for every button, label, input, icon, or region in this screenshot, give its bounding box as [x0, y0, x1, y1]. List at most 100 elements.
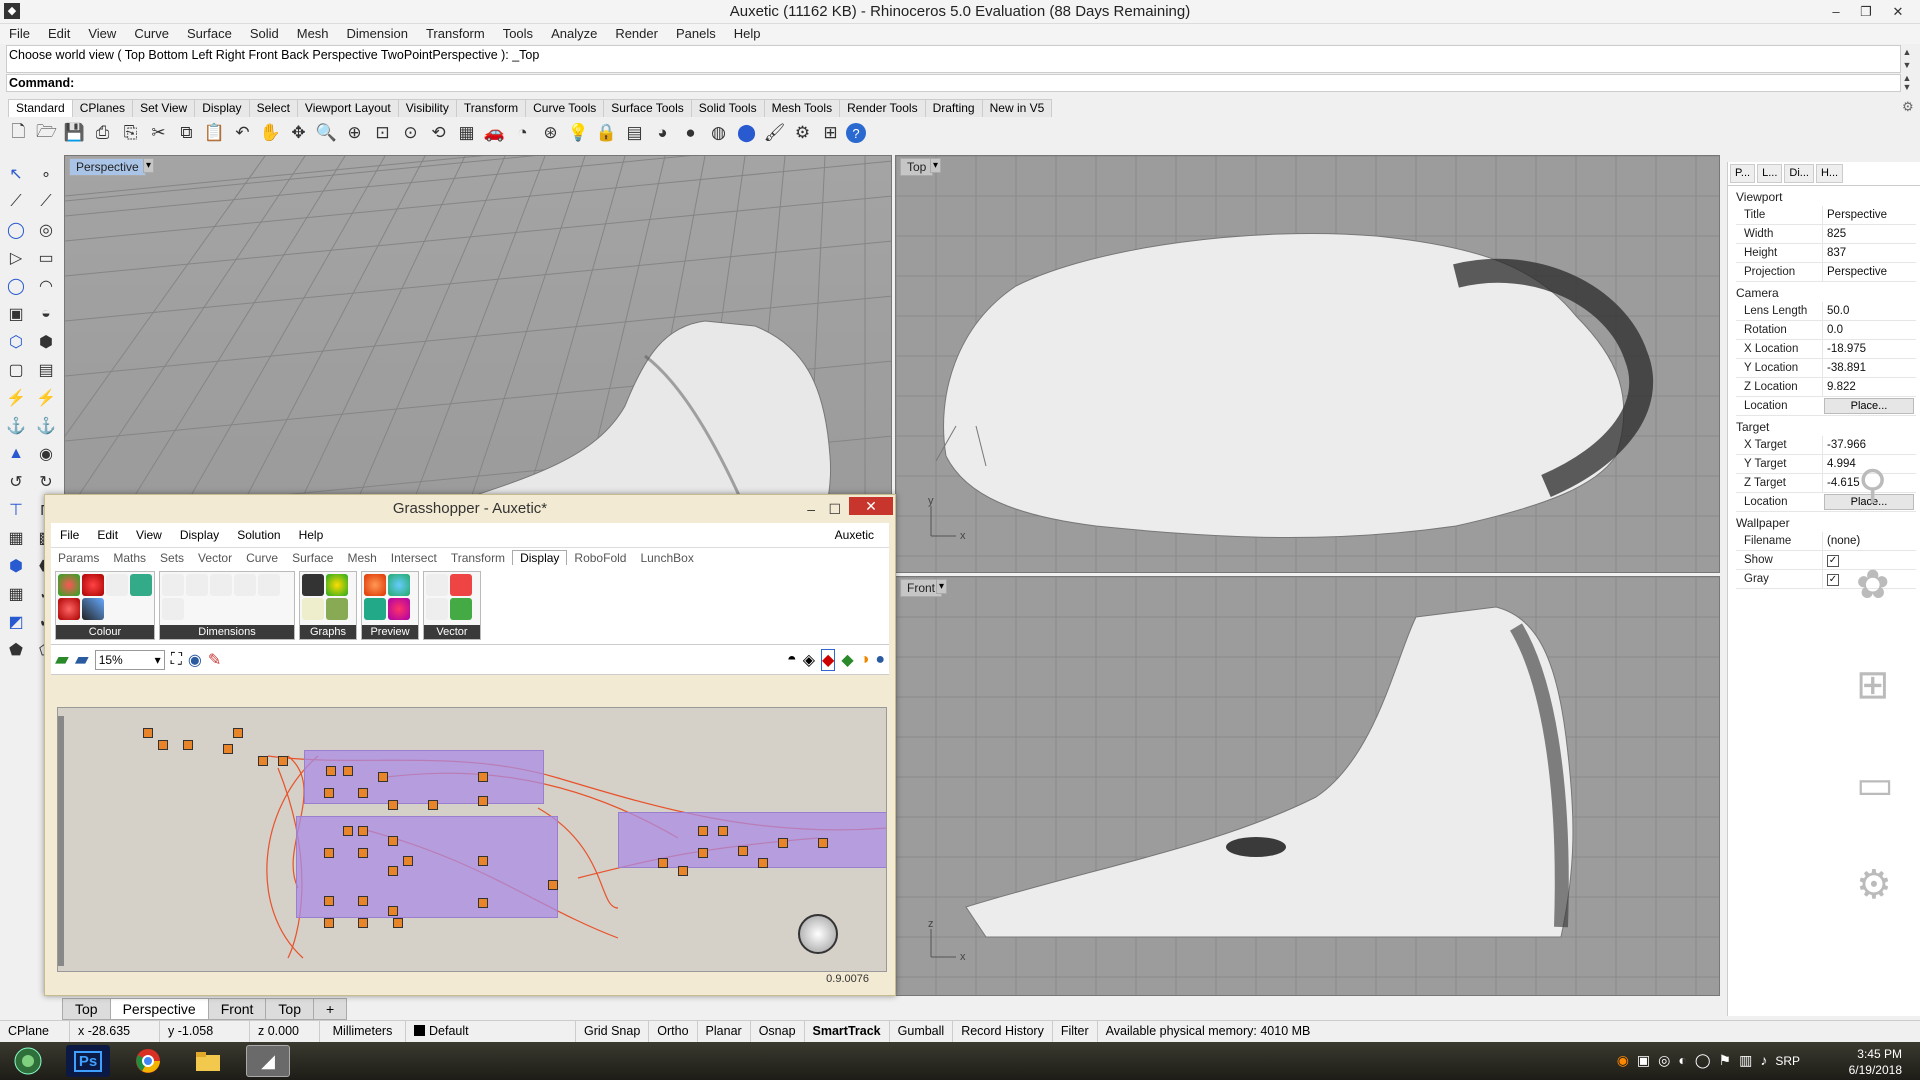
save-icon[interactable]: 💾: [62, 121, 87, 146]
viewport-tab-perspective[interactable]: Perspective: [109, 998, 209, 1020]
polygon-icon[interactable]: ▷: [3, 246, 29, 270]
property-value[interactable]: -18.975: [1822, 340, 1916, 358]
car-icon[interactable]: 🚗: [482, 121, 507, 146]
paste-icon[interactable]: 📋: [202, 121, 227, 146]
gh-preview-none-icon[interactable]: ◓: [787, 651, 797, 669]
layer-icon[interactable]: ▤: [622, 121, 647, 146]
file-explorer-taskbar-icon[interactable]: [186, 1045, 230, 1077]
sphere-shaded-icon[interactable]: ●: [678, 121, 703, 146]
point-order-icon[interactable]: [450, 598, 472, 620]
gh-group-box[interactable]: [304, 750, 544, 804]
add-viewport-tab-button[interactable]: +: [313, 998, 348, 1020]
brush-icon[interactable]: 🖌: [762, 121, 787, 146]
sphere-blue-icon[interactable]: ⬤: [734, 121, 759, 146]
dot-display-icon[interactable]: [388, 598, 410, 620]
zoom-extents-icon[interactable]: ⊡: [370, 121, 395, 146]
gh-component-node[interactable]: [778, 838, 788, 848]
gh-component-node[interactable]: [738, 846, 748, 856]
gh-component-node[interactable]: [183, 740, 193, 750]
gh-tab-mesh[interactable]: Mesh: [340, 551, 383, 565]
angle-dimension-icon[interactable]: [186, 574, 208, 596]
extrude-icon[interactable]: ▣: [3, 302, 29, 326]
gh-menu-display[interactable]: Display: [171, 528, 228, 542]
gh-component-node[interactable]: [358, 896, 368, 906]
property-value[interactable]: 9.822: [1822, 378, 1916, 396]
property-value[interactable]: 50.0: [1822, 302, 1916, 320]
settings-charm-icon[interactable]: ⚙: [1856, 862, 1892, 908]
text-tag-3d-icon[interactable]: [258, 574, 280, 596]
zoom-icon[interactable]: 🔍: [314, 121, 339, 146]
gh-component-node[interactable]: [698, 826, 708, 836]
menu-transform[interactable]: Transform: [417, 24, 494, 44]
panel-tab-layers[interactable]: L...: [1757, 164, 1783, 183]
toolbar-tab-display[interactable]: Display: [194, 99, 250, 117]
share-charm-icon[interactable]: ✿: [1856, 562, 1890, 608]
fillet-curve-icon[interactable]: ◠: [33, 274, 59, 298]
viewport-tab-front[interactable]: Front: [207, 998, 267, 1020]
gh-group-box[interactable]: [296, 816, 558, 918]
tray-volume-icon[interactable]: ♪: [1760, 1052, 1767, 1070]
menu-render[interactable]: Render: [606, 24, 667, 44]
panel-tab-properties[interactable]: P...: [1730, 164, 1756, 183]
gh-menu-solution[interactable]: Solution: [228, 528, 289, 542]
toolbar-tab-set-view[interactable]: Set View: [132, 99, 196, 117]
copy-object-icon[interactable]: ⚓: [33, 414, 59, 438]
color-icon[interactable]: ◕: [650, 121, 675, 146]
gh-zoom-select[interactable]: 15% ▾: [94, 649, 165, 670]
minimize-button[interactable]: –: [1822, 2, 1850, 22]
gh-component-node[interactable]: [324, 918, 334, 928]
create-material-icon[interactable]: [364, 598, 386, 620]
vector-display-ex-icon[interactable]: [426, 598, 448, 620]
menu-analyze[interactable]: Analyze: [542, 24, 606, 44]
pan-hand-icon[interactable]: ✋: [258, 121, 283, 146]
toolbar-options-gear-icon[interactable]: ⚙: [1902, 99, 1914, 115]
property-value[interactable]: Perspective: [1822, 263, 1916, 281]
gh-component-node[interactable]: [478, 856, 488, 866]
menu-edit[interactable]: Edit: [39, 24, 79, 44]
undo-icon[interactable]: ↶: [230, 121, 255, 146]
devices-charm-icon[interactable]: ▭: [1856, 762, 1894, 808]
point-list-icon[interactable]: [426, 574, 448, 596]
panel-tab-help[interactable]: H...: [1815, 164, 1844, 183]
gh-tab-params[interactable]: Params: [51, 551, 106, 565]
viewport-tab-top[interactable]: Top: [62, 998, 111, 1020]
toolbar-tab-surface-tools[interactable]: Surface Tools: [603, 99, 692, 117]
linear-dimension-icon[interactable]: [210, 574, 232, 596]
gh-component-node[interactable]: [428, 800, 438, 810]
print-icon[interactable]: ⎙: [90, 121, 115, 146]
gh-tab-robofold[interactable]: RoboFold: [567, 551, 633, 565]
four-viewports-icon[interactable]: ▦: [454, 121, 479, 146]
arc-icon[interactable]: ◯: [3, 274, 29, 298]
tray-flag-icon[interactable]: ⚑: [1719, 1052, 1732, 1070]
cloud-display-icon[interactable]: [388, 574, 410, 596]
pie-graph-icon[interactable]: [326, 574, 348, 596]
gh-tab-intersect[interactable]: Intersect: [384, 551, 444, 565]
gh-maximize-button[interactable]: ☐: [828, 495, 841, 523]
taskbar-clock[interactable]: 3:45 PM 6/19/2018: [1849, 1046, 1902, 1078]
gh-component-node[interactable]: [358, 788, 368, 798]
custom-preview-icon[interactable]: [364, 574, 386, 596]
gh-component-node[interactable]: [478, 772, 488, 782]
menu-file[interactable]: File: [0, 24, 39, 44]
gh-component-node[interactable]: [388, 866, 398, 876]
gh-component-node[interactable]: [698, 848, 708, 858]
gh-minimize-button[interactable]: –: [807, 495, 815, 523]
explode-icon[interactable]: ⚡: [3, 386, 29, 410]
loft-icon[interactable]: ▤: [33, 358, 59, 382]
gh-zoom-extents-icon[interactable]: ⛶: [171, 651, 182, 669]
menu-surface[interactable]: Surface: [178, 24, 241, 44]
gh-open-file-icon[interactable]: ▰: [55, 649, 69, 670]
grid-array-icon[interactable]: ▦: [3, 526, 29, 550]
bar-graph-icon[interactable]: [302, 574, 324, 596]
text-icon[interactable]: ⊤: [3, 498, 29, 522]
zoom-selected-icon[interactable]: ⊙: [398, 121, 423, 146]
gh-component-node[interactable]: [223, 744, 233, 754]
gh-component-node[interactable]: [358, 826, 368, 836]
circle-icon[interactable]: ◯: [3, 218, 29, 242]
gh-component-node[interactable]: [718, 826, 728, 836]
menu-tools[interactable]: Tools: [494, 24, 542, 44]
gh-component-node[interactable]: [278, 756, 288, 766]
gh-document-preview-icon[interactable]: ◑: [860, 651, 870, 669]
viewport-menu-chevron-icon[interactable]: ▾: [143, 158, 155, 173]
toolbar-tab-curve-tools[interactable]: Curve Tools: [525, 99, 605, 117]
